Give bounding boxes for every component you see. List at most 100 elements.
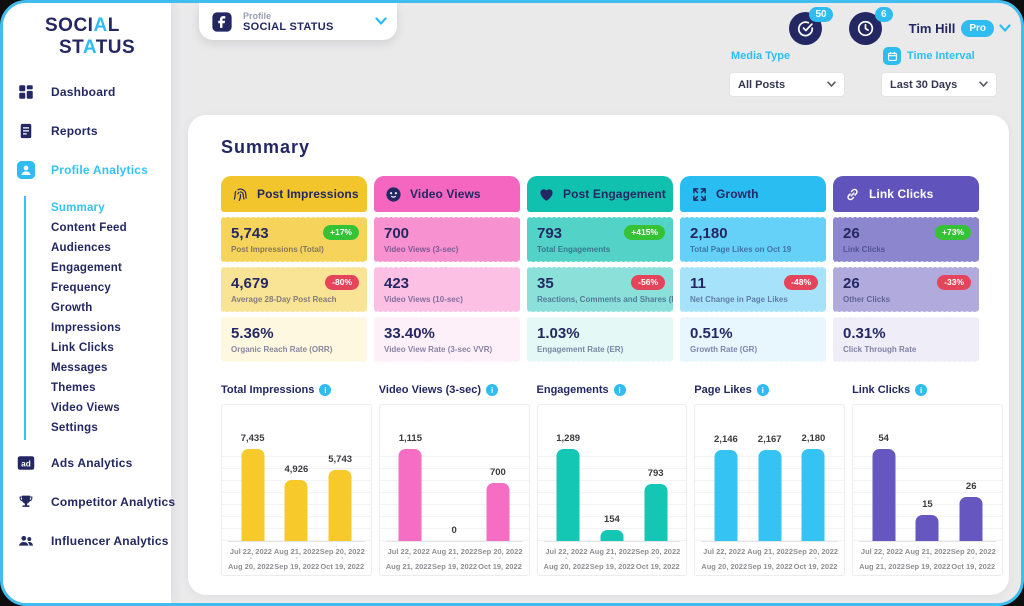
bar-value-label: 15 [922, 499, 933, 510]
metric-value: 5.36% [231, 325, 357, 342]
chevron-down-icon [827, 81, 836, 88]
x-label-end-date: Sep 19, 2022 [274, 562, 319, 572]
sidebar-submenu: SummaryContent FeedAudiencesEngagementFr… [24, 196, 171, 440]
notification-button[interactable]: 6 [849, 12, 882, 45]
dashboard-icon [17, 83, 35, 101]
chevron-down-icon[interactable] [999, 24, 1011, 33]
user-menu[interactable]: Tim Hill Pro [909, 20, 1011, 37]
logo-line-2: STATUS [59, 37, 171, 59]
metric-column-post-impressions: Post Impressions5,743+17%Post Impression… [221, 176, 367, 362]
metric-label: Link Clicks [843, 245, 969, 254]
sidebar-subitem-link-clicks[interactable]: Link Clicks [51, 338, 171, 358]
chart-bar-slot: 700 [475, 415, 521, 541]
metric-value: 1.03% [537, 325, 663, 342]
metric-header: Link Clicks [833, 176, 979, 212]
sidebar-subitem-audiences[interactable]: Audiences [51, 238, 171, 258]
x-axis-label: Sep 20, 2022-Oct 19, 2022 [793, 547, 838, 572]
chart-title: Page Likes [694, 384, 751, 396]
info-icon[interactable]: i [319, 384, 331, 396]
sidebar-item-label: Competitor Analytics [51, 495, 175, 509]
x-label-end-date: Oct 19, 2022 [951, 562, 995, 572]
x-label-end-date: Aug 20, 2022 [701, 562, 747, 572]
sidebar-subitem-engagement[interactable]: Engagement [51, 258, 171, 278]
sidebar-subitem-growth[interactable]: Growth [51, 298, 171, 318]
metric-value: 0.51% [690, 325, 816, 342]
sidebar-item-competitor-analytics[interactable]: Competitor Analytics [3, 489, 171, 516]
chart-bar-slot: 793 [633, 415, 679, 541]
info-icon[interactable]: i [757, 384, 769, 396]
metric-label: Net Change in Page Likes [690, 295, 816, 304]
chart-bar [644, 484, 667, 541]
chevron-down-icon [979, 81, 988, 88]
sidebar-item-influencer-analytics[interactable]: Influencer Analytics [3, 528, 171, 555]
x-axis-labels: Jul 22, 2022-Aug 20, 2022Aug 21, 2022-Se… [228, 542, 365, 572]
metric-title: Video Views [410, 187, 481, 201]
sidebar-subitem-frequency[interactable]: Frequency [51, 278, 171, 298]
x-label-end-date: Aug 21, 2022 [386, 562, 432, 572]
app-logo: SOCIAL STATUS [45, 15, 171, 59]
x-axis-label: Sep 20, 2022-Oct 19, 2022 [477, 547, 522, 572]
page-title: Summary [221, 137, 979, 158]
chart-bar [758, 450, 781, 541]
x-label-end-date: Oct 19, 2022 [320, 562, 364, 572]
x-axis-labels: Jul 22, 2022-Aug 21, 2022Aug 21, 2022-Se… [386, 542, 523, 572]
bar-value-label: 700 [490, 467, 506, 478]
metric-row: 26-33%Other Clicks [833, 267, 979, 312]
bar-value-label: 0 [451, 525, 456, 536]
x-label-end-date: Oct 19, 2022 [794, 562, 838, 572]
sidebar-item-label: Reports [51, 124, 98, 138]
metric-value: 0.31% [843, 325, 969, 342]
chart-bar [714, 450, 737, 541]
profile-selector-text: Profile SOCIAL STATUS [243, 11, 375, 33]
metric-header: Post Impressions [221, 176, 367, 212]
chart-bar [802, 449, 825, 541]
chart-title: Engagements [537, 384, 609, 396]
time-interval-filter: Time Interval Last 30 Days [881, 47, 997, 97]
notification-button[interactable]: 50 [789, 12, 822, 45]
info-icon[interactable]: i [486, 384, 498, 396]
notification-count-badge: 6 [875, 7, 893, 22]
sidebar: SOCIAL STATUS Dashboard Reports Profile An… [3, 3, 171, 603]
bar-value-label: 7,435 [241, 433, 265, 444]
x-axis-label: Aug 21, 2022-Sep 19, 2022 [274, 547, 320, 572]
profile-selector[interactable]: Profile SOCIAL STATUS [199, 3, 397, 40]
sidebar-item-ads-analytics[interactable]: adAds Analytics [3, 450, 171, 477]
sidebar-item-reports[interactable]: Reports [3, 118, 171, 145]
sidebar-item-profile-analytics[interactable]: Profile Analytics [3, 157, 171, 184]
metric-label: Post Impressions (Total) [231, 245, 357, 254]
chart-title-row: Total Impressions i [221, 384, 372, 396]
x-label-end-date: Oct 19, 2022 [478, 562, 522, 572]
x-axis-label: Sep 20, 2022-Oct 19, 2022 [635, 547, 680, 572]
chevron-down-icon[interactable] [375, 17, 387, 26]
user-name: Tim Hill [909, 21, 956, 36]
media-type-select[interactable]: All Posts [729, 72, 845, 97]
sidebar-subitem-themes[interactable]: Themes [51, 378, 171, 398]
chart-title-row: Engagements i [537, 384, 688, 396]
sidebar-subitem-content-feed[interactable]: Content Feed [51, 218, 171, 238]
sidebar-subitem-summary[interactable]: Summary [51, 198, 171, 218]
logo-line-1: SOCIAL [45, 15, 171, 37]
bar-value-label: 2,146 [714, 434, 738, 445]
sidebar-item-dashboard[interactable]: Dashboard [3, 79, 171, 106]
sidebar-subitem-video-views[interactable]: Video Views [51, 398, 171, 418]
x-axis-label: Jul 22, 2022-Aug 21, 2022 [859, 547, 905, 572]
change-badge: +415% [624, 225, 665, 240]
x-axis-label: Sep 20, 2022-Oct 19, 2022 [951, 547, 996, 572]
chart-title: Total Impressions [221, 384, 314, 396]
metric-row: 0.31%Click Through Rate [833, 317, 979, 362]
sidebar-subitem-messages[interactable]: Messages [51, 358, 171, 378]
x-axis-labels: Jul 22, 2022-Aug 21, 2022Aug 21, 2022-Se… [859, 542, 996, 572]
time-interval-select[interactable]: Last 30 Days [881, 72, 997, 97]
metric-label: Other Clicks [843, 295, 969, 304]
metric-row: 793+415%Total Engagements [527, 217, 673, 262]
chart-bar-slot: 2,167 [747, 415, 793, 541]
info-icon[interactable]: i [614, 384, 626, 396]
sidebar-subitem-impressions[interactable]: Impressions [51, 318, 171, 338]
bar-value-label: 5,743 [328, 454, 352, 465]
chart-area: 541526Jul 22, 2022-Aug 21, 2022Aug 21, 2… [852, 404, 1003, 576]
sidebar-subitem-settings[interactable]: Settings [51, 418, 171, 438]
metric-row: 35-56%Reactions, Comments and Shares (RC… [527, 267, 673, 312]
info-icon[interactable]: i [915, 384, 927, 396]
metric-label: Total Page Likes on Oct 19 [690, 245, 816, 254]
chart-bar [600, 530, 623, 541]
